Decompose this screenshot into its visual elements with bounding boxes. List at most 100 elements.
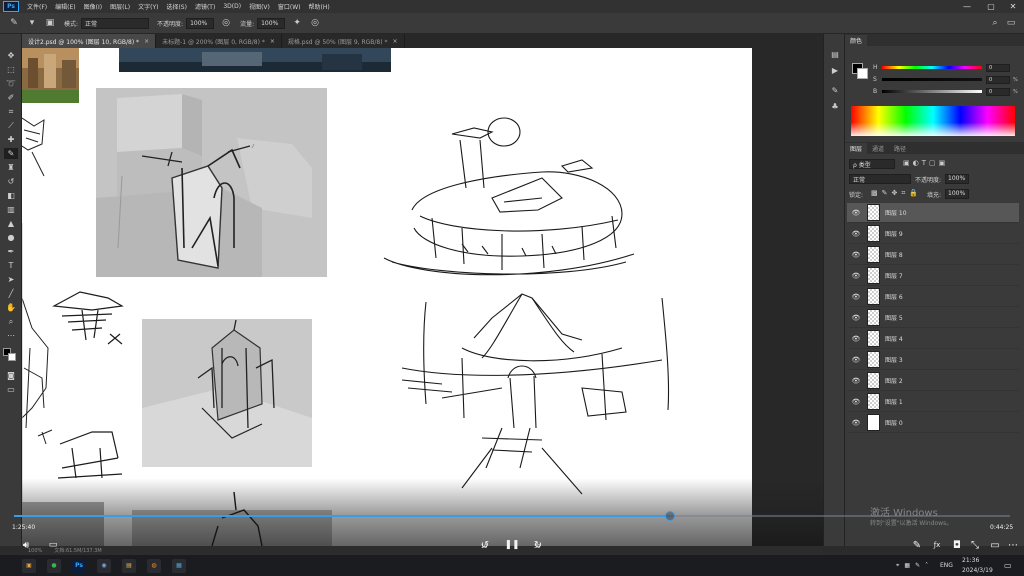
layer-row[interactable]: 👁 图层 2 <box>847 371 1019 391</box>
close-icon[interactable]: × <box>270 38 275 45</box>
subtitles-icon[interactable]: ▭ <box>45 538 61 552</box>
clock-time[interactable]: 21:36 <box>962 555 979 565</box>
more-options-icon[interactable]: ⋯ <box>1006 538 1020 552</box>
fx-icon[interactable]: ƒx <box>930 538 944 552</box>
menu-3d[interactable]: 3D(D) <box>219 3 245 10</box>
saturation-track[interactable] <box>882 78 982 81</box>
brightness-track[interactable] <box>882 90 982 93</box>
fill-input[interactable]: 100% <box>945 189 969 199</box>
marquee-tool-icon[interactable]: ⬚ <box>4 64 18 75</box>
color-spectrum-ramp[interactable] <box>851 106 1015 136</box>
eye-icon[interactable]: 👁 <box>850 377 862 385</box>
eye-icon[interactable]: 👁 <box>850 251 862 259</box>
eye-icon[interactable]: 👁 <box>850 335 862 343</box>
gradient-tool-icon[interactable]: ▥ <box>4 204 18 215</box>
pen-tray-icon[interactable]: ✎ <box>915 562 920 569</box>
taskbar-folder-icon[interactable]: ▤ <box>122 558 136 573</box>
layer-row[interactable]: 👁 图层 8 <box>847 245 1019 265</box>
lasso-tool-icon[interactable]: ➰ <box>4 78 18 89</box>
layer-filter-icons[interactable]: ▣◐T▢▣ <box>903 159 983 169</box>
lock-icons[interactable]: ▩✎✥⌗🔒 <box>871 189 922 198</box>
menu-type[interactable]: 文字(Y) <box>134 2 162 11</box>
history-brush-icon[interactable]: ↺ <box>4 176 18 187</box>
brush-size-dropdown-icon[interactable]: ▾ <box>26 17 38 29</box>
layer-row[interactable]: 👁 图层 3 <box>847 350 1019 370</box>
move-tool-icon[interactable]: ✥ <box>4 50 18 61</box>
layer-row[interactable]: 👁 图层 1 <box>847 392 1019 412</box>
actions-panel-icon[interactable]: ▶ <box>829 64 841 76</box>
layer-filter-kind[interactable]: ρ 类型 <box>849 159 895 169</box>
type-tool-icon[interactable]: T <box>4 260 18 271</box>
pen-icon[interactable]: ✎ <box>910 538 924 552</box>
tab-layers[interactable]: 图层 <box>845 143 868 154</box>
video-progress-bar[interactable] <box>14 511 1010 521</box>
eyedropper-tool-icon[interactable]: ⟋ <box>4 120 18 131</box>
flow-input[interactable]: 100% <box>257 17 286 29</box>
eye-icon[interactable]: 👁 <box>850 356 862 364</box>
layer-row[interactable]: 👁 图层 7 <box>847 266 1019 286</box>
brush-settings-panel-icon[interactable]: ✎ <box>829 84 841 96</box>
clone-source-panel-icon[interactable]: ♣ <box>829 100 841 112</box>
folder-icon[interactable]: ▭ <box>988 538 1002 552</box>
mask-icon[interactable]: ◘ <box>950 538 964 552</box>
eye-icon[interactable]: 👁 <box>850 272 862 280</box>
menu-file[interactable]: 文件(F) <box>23 2 51 11</box>
pen-tool-icon[interactable]: ✒ <box>4 246 18 257</box>
menu-window[interactable]: 窗口(W) <box>274 2 305 11</box>
blend-mode-select[interactable]: 正常 <box>849 174 911 184</box>
taskbar-store-icon[interactable]: ▦ <box>172 558 186 573</box>
hand-tool-icon[interactable]: ✋ <box>4 302 18 313</box>
tab-color[interactable]: 颜色 <box>845 35 868 46</box>
taskbar-photo-icon[interactable]: ▣ <box>22 558 36 573</box>
layer-row[interactable]: 👁 图层 0 <box>847 413 1019 433</box>
quick-select-tool-icon[interactable]: ✐ <box>4 92 18 103</box>
canvas-area[interactable] <box>22 48 823 546</box>
brightness-value[interactable]: 0 <box>986 87 1010 96</box>
taskbar-blender-icon[interactable]: ◍ <box>147 558 161 573</box>
brush-preset-icon[interactable]: ✎ <box>8 17 20 29</box>
eye-icon[interactable]: 👁 <box>850 419 862 427</box>
path-select-tool-icon[interactable]: ➤ <box>4 274 18 285</box>
taskbar-browser-icon[interactable]: ◉ <box>97 558 111 573</box>
close-window-button[interactable]: ✕ <box>1002 0 1024 13</box>
layer-row[interactable]: 👁 图层 5 <box>847 308 1019 328</box>
layer-row[interactable]: 👁 图层 9 <box>847 224 1019 244</box>
location-icon[interactable]: ⌖ <box>896 562 899 570</box>
tab-design2[interactable]: 设计2.psd @ 100% (图层 10, RGB/8) * × <box>22 34 157 48</box>
workspace-icon[interactable]: ▭ <box>1005 17 1017 29</box>
hue-slider[interactable]: H 0 <box>873 63 1021 72</box>
tab-channels[interactable]: 通道 <box>867 143 889 154</box>
background-color-swatch[interactable] <box>8 353 16 361</box>
saturation-slider[interactable]: S 0 % <box>873 75 1021 84</box>
line-tool-icon[interactable]: ╱ <box>4 288 18 299</box>
hue-value[interactable]: 0 <box>986 63 1010 72</box>
background-color-swatch[interactable] <box>857 68 868 79</box>
layer-row[interactable]: 👁 图层 10 <box>847 203 1019 223</box>
mode-select[interactable]: 正常 <box>81 17 150 29</box>
clock-date[interactable]: 2024/3/19 <box>962 565 993 575</box>
layer-row[interactable]: 👁 图层 6 <box>847 287 1019 307</box>
maximize-button[interactable]: ▢ <box>980 0 1002 13</box>
menu-edit[interactable]: 编辑(E) <box>51 2 79 11</box>
menu-help[interactable]: 帮助(H) <box>305 2 334 11</box>
menu-select[interactable]: 选择(S) <box>162 2 191 11</box>
tab-spec[interactable]: 规格.psd @ 50% (图层 9, RGB/8) * × <box>282 34 405 48</box>
healing-tool-icon[interactable]: ✚ <box>4 134 18 145</box>
pressure-opacity-icon[interactable]: ◎ <box>220 17 232 29</box>
brush-tool-icon[interactable]: ✎ <box>4 148 18 159</box>
brush-settings-icon[interactable]: ▣ <box>44 17 56 29</box>
fullscreen-exit-icon[interactable]: ⤡ <box>968 538 982 552</box>
dodge-tool-icon[interactable]: ● <box>4 232 18 243</box>
saturation-value[interactable]: 0 <box>986 75 1010 84</box>
history-panel-icon[interactable]: ▤ <box>829 48 841 60</box>
eye-icon[interactable]: 👁 <box>850 293 862 301</box>
layer-row[interactable]: 👁 图层 4 <box>847 329 1019 349</box>
eye-icon[interactable]: 👁 <box>850 209 862 217</box>
airbrush-icon[interactable]: ✦ <box>291 17 303 29</box>
crop-tool-icon[interactable]: ⌗ <box>4 106 18 117</box>
tab-untitled-1[interactable]: 未标题-1 @ 200% (图层 0, RGB/8) * × <box>156 34 282 48</box>
eye-icon[interactable]: 👁 <box>850 314 862 322</box>
menu-view[interactable]: 视图(V) <box>245 2 274 11</box>
menu-layer[interactable]: 图层(L) <box>106 2 134 11</box>
menu-filter[interactable]: 滤镜(T) <box>191 2 219 11</box>
